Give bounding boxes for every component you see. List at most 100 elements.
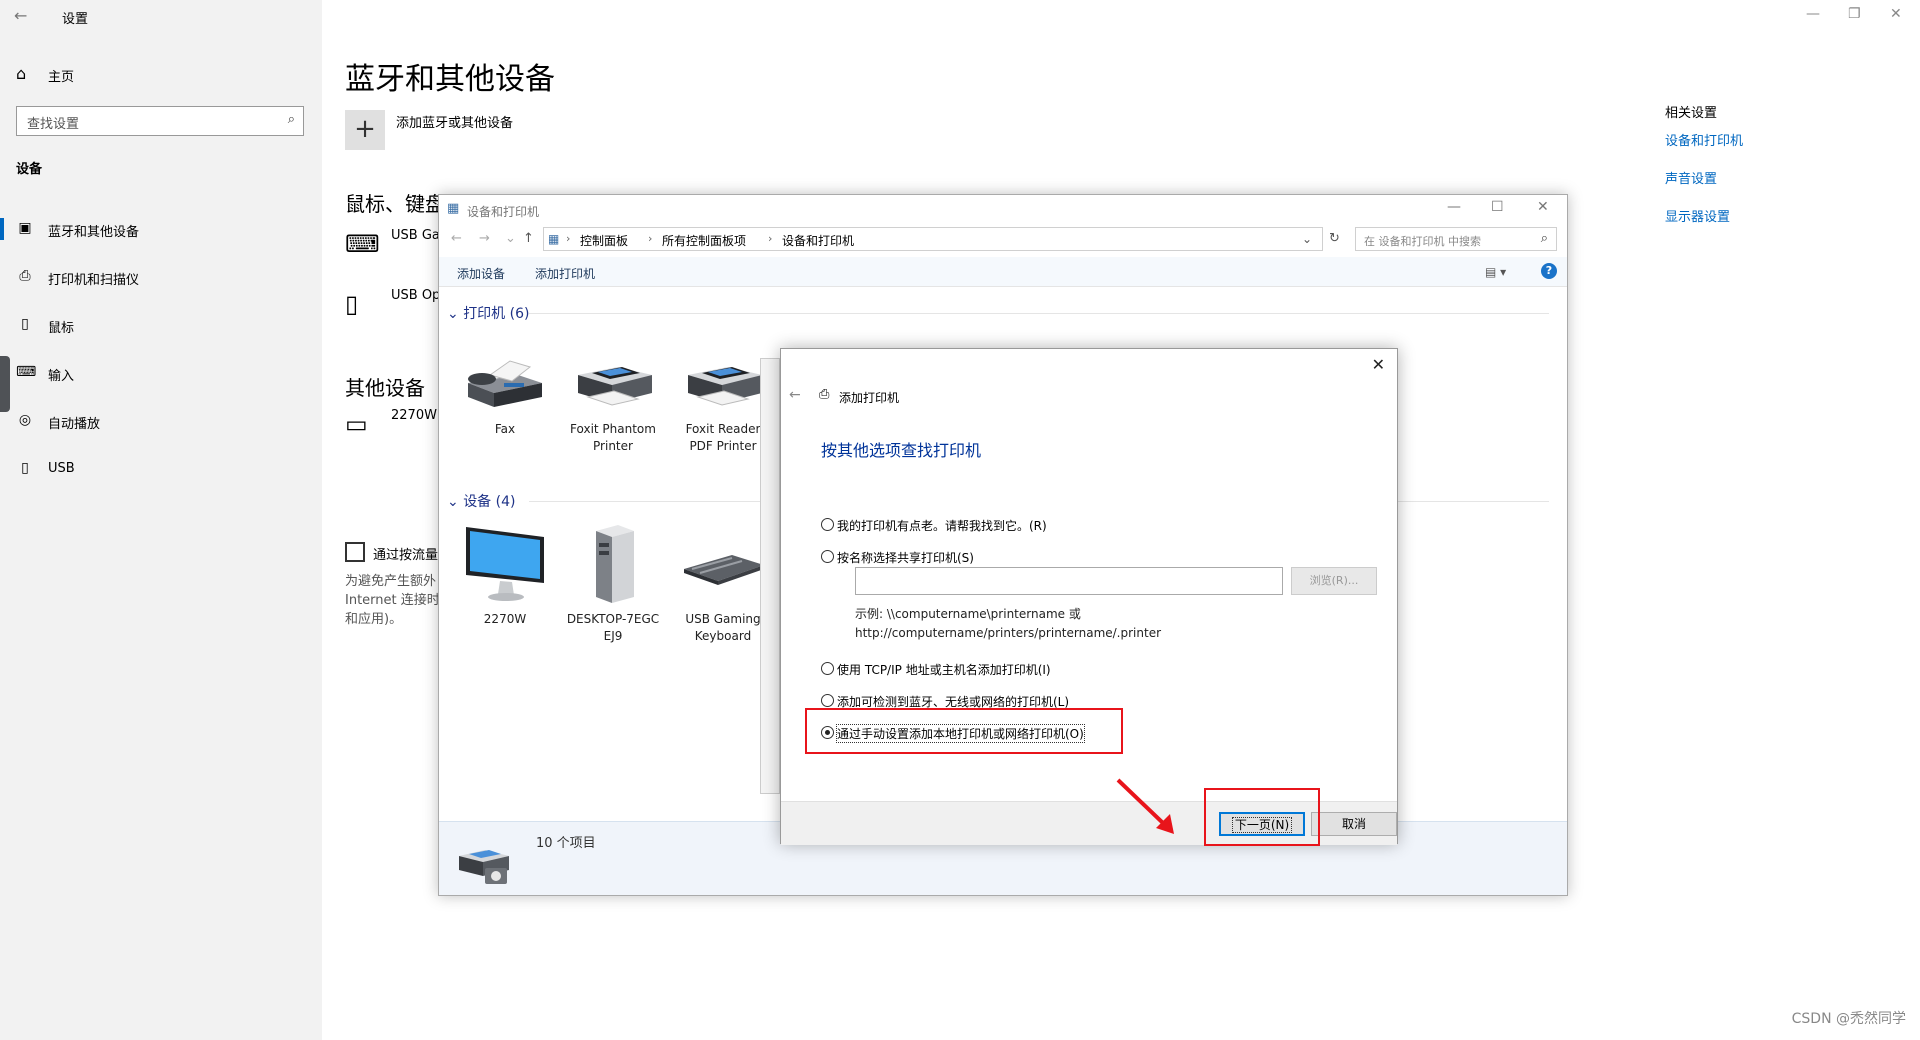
item-count: 10 个项目: [536, 836, 596, 851]
home-icon: ⌂: [16, 64, 27, 83]
printer-icon: ⎙: [19, 268, 31, 284]
recent-chevron-icon[interactable]: ⌄: [505, 231, 516, 246]
restore-icon[interactable]: ❐: [1848, 6, 1861, 22]
sidebar-item-label: 输入: [48, 369, 75, 384]
minimize-icon[interactable]: —: [1806, 6, 1820, 22]
printer-camera-icon: [459, 850, 509, 884]
back-arrow-icon[interactable]: ←: [451, 231, 462, 246]
sidebar-item-bluetooth[interactable]: ▣ 蓝牙和其他设备: [0, 212, 322, 246]
radio-button[interactable]: [821, 694, 834, 707]
close-icon[interactable]: ✕: [1890, 6, 1902, 22]
usb-icon: ▯: [21, 460, 29, 476]
device-tile-keyboard[interactable]: USB Gaming Keyboard: [675, 519, 771, 643]
annotation-arrow-icon: [1116, 778, 1174, 834]
breadcrumb-item[interactable]: 控制面板: [580, 232, 628, 249]
dialog-heading: 按其他选项查找打印机: [821, 441, 982, 460]
edge-handle: [0, 356, 10, 412]
devices-printers-icon: ▦: [447, 201, 460, 216]
chevron-down-icon: ⌄: [447, 306, 459, 322]
add-device-button[interactable]: +: [345, 110, 385, 150]
autoplay-icon: ◎: [18, 412, 32, 428]
device-name: USB Ga: [391, 228, 440, 243]
breadcrumb-separator-icon: ›: [566, 232, 571, 245]
checkbox-box[interactable]: [345, 542, 365, 562]
background-window-edge: [760, 358, 780, 794]
tile-label: Foxit Reader: [685, 422, 761, 436]
help-icon[interactable]: ?: [1541, 263, 1557, 279]
device-tile-monitor[interactable]: 2270W: [457, 519, 553, 626]
chevron-down-icon[interactable]: ⌄: [1302, 232, 1312, 246]
group-title: 设备 (4): [463, 494, 516, 510]
radio-button[interactable]: [821, 518, 834, 531]
link-display-settings[interactable]: 显示器设置: [1665, 206, 1730, 225]
sidebar-item-typing[interactable]: ⌨ 输入: [0, 356, 322, 390]
settings-sidebar: ← 设置 ⌂ 主页 查找设置 ⌕ 设备 ▣ 蓝牙和其他设备 ⎙ 打印机和扫描仪 …: [0, 0, 322, 1040]
dp-titlebar[interactable]: ▦ 设备和打印机 — ☐ ✕: [439, 195, 1567, 225]
bluetooth-devices-icon: ▣: [18, 220, 32, 236]
keyboard-icon: ⌨: [345, 230, 380, 258]
link-devices-printers[interactable]: 设备和打印机: [1665, 130, 1743, 149]
fax-icon: [468, 360, 542, 407]
view-options-icon[interactable]: ▤ ▾: [1485, 265, 1506, 279]
search-icon: ⌕: [1540, 231, 1548, 246]
sidebar-item-printers[interactable]: ⎙ 打印机和扫描仪: [0, 260, 322, 294]
back-arrow-icon[interactable]: ←: [789, 387, 801, 403]
example-text: 示例: \\computername\printername 或 http://…: [855, 605, 1161, 643]
group-divider: [529, 313, 1549, 314]
printer-tile-fax[interactable]: Fax: [457, 345, 553, 436]
printer-icon: [578, 367, 652, 406]
up-arrow-icon[interactable]: ↑: [523, 231, 534, 246]
sidebar-item-usb[interactable]: ▯ USB: [0, 452, 322, 486]
tile-label: DESKTOP-7EGC: [566, 612, 660, 626]
tile-label: Keyboard: [694, 629, 752, 643]
sidebar-item-label: 自动播放: [48, 417, 101, 432]
tile-label: PDF Printer: [689, 439, 757, 453]
keyboard-icon: ⌨: [16, 364, 37, 380]
cancel-button[interactable]: 取消: [1311, 812, 1397, 836]
printers-group-header[interactable]: ⌄ 打印机 (6): [447, 303, 529, 323]
add-printer-dialog: ✕ ← ⎙ 添加打印机 按其他选项查找打印机 我的打印机有点老。请帮我找到它。(…: [780, 348, 1398, 845]
home-link[interactable]: ⌂ 主页: [0, 60, 322, 90]
dp-search-input[interactable]: 在 设备和打印机 中搜索 ⌕: [1355, 227, 1557, 251]
printer-tile-foxit-reader[interactable]: Foxit Reader PDF Printer: [675, 345, 771, 453]
mouse-icon: ▯: [21, 316, 29, 332]
close-icon[interactable]: ✕: [1537, 199, 1549, 215]
printer-icon: ⎙: [819, 387, 830, 402]
settings-search-input[interactable]: 查找设置 ⌕: [16, 106, 304, 136]
radio-button[interactable]: [821, 662, 834, 675]
sidebar-item-label: USB: [48, 461, 75, 476]
annotation-highlight-option: [805, 708, 1123, 754]
sidebar-item-mouse[interactable]: ▯ 鼠标: [0, 308, 322, 342]
sidebar-item-autoplay[interactable]: ◎ 自动播放: [0, 404, 322, 438]
breadcrumb-item[interactable]: 所有控制面板项: [662, 232, 746, 249]
search-placeholder: 在 设备和打印机 中搜索: [1364, 235, 1481, 248]
tile-label: Printer: [593, 439, 633, 453]
device-tile-desktop[interactable]: DESKTOP-7EGC EJ9: [565, 519, 661, 643]
home-label: 主页: [48, 70, 75, 85]
browse-button[interactable]: 浏览(R)...: [1291, 567, 1377, 595]
minimize-icon[interactable]: —: [1447, 199, 1461, 215]
maximize-icon[interactable]: ☐: [1491, 199, 1504, 215]
devices-group-header[interactable]: ⌄ 设备 (4): [447, 491, 515, 511]
refresh-icon[interactable]: ↻: [1329, 231, 1340, 246]
address-bar[interactable]: ▦ › 控制面板 › 所有控制面板项 › 设备和打印机 ⌄: [543, 227, 1323, 251]
mouse-icon: ▯: [345, 290, 359, 318]
radio-button[interactable]: [821, 550, 834, 563]
option-label: 按名称选择共享打印机(S): [837, 551, 974, 565]
back-arrow-icon[interactable]: ←: [14, 6, 27, 25]
add-device-command[interactable]: 添加设备: [457, 265, 505, 282]
add-printer-command[interactable]: 添加打印机: [535, 265, 595, 282]
shared-printer-name-input[interactable]: [855, 567, 1283, 595]
printer-tile-foxit-phantom[interactable]: Foxit Phantom Printer: [565, 345, 661, 453]
device-name: USB Op: [391, 288, 441, 303]
add-device-label[interactable]: 添加蓝牙或其他设备: [396, 112, 513, 131]
monitor-icon: [466, 527, 544, 601]
chevron-down-icon: ⌄: [447, 494, 459, 510]
breadcrumb-item[interactable]: 设备和打印机: [782, 232, 854, 249]
link-sound-settings[interactable]: 声音设置: [1665, 168, 1717, 187]
annotation-highlight-next: [1204, 788, 1320, 846]
search-placeholder: 查找设置: [27, 117, 80, 132]
close-icon[interactable]: ✕: [1372, 355, 1385, 374]
command-bar: 添加设备 添加打印机 ▤ ▾ ?: [439, 257, 1567, 287]
forward-arrow-icon[interactable]: →: [479, 231, 490, 246]
